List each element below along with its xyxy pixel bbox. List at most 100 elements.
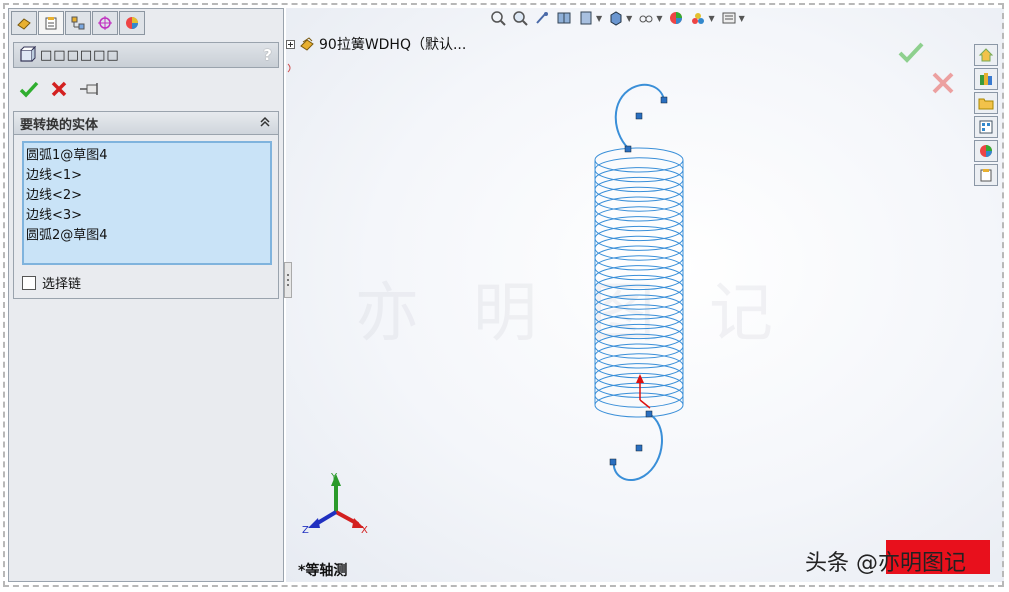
spring-coil: [594, 167, 684, 193]
panel-splitter-handle[interactable]: [284, 262, 292, 298]
spring-coil: [594, 304, 684, 330]
tab-property-manager[interactable]: [38, 11, 64, 35]
spring-coil: [594, 353, 684, 379]
task-pane-tabs: [974, 44, 998, 186]
property-manager-header: □□□□□□ ?: [13, 42, 279, 68]
custom-properties-icon[interactable]: [974, 164, 998, 186]
convert-entities-icon: [20, 46, 36, 62]
sketch-point: [609, 458, 617, 466]
previous-view-icon[interactable]: [534, 10, 550, 26]
cancel-button[interactable]: [49, 79, 69, 99]
list-item[interactable]: 边线<2>: [26, 186, 268, 206]
expand-icon[interactable]: [286, 39, 295, 49]
pushpin-icon: [80, 83, 98, 95]
spring-coil: [594, 284, 684, 310]
property-manager-title: □□□□□□: [40, 47, 120, 63]
zoom-to-fit-icon[interactable]: [490, 10, 506, 26]
heads-up-view-toolbar: ▼ ▼ ▼ ▼ ▼: [490, 10, 745, 26]
design-library-icon[interactable]: [974, 68, 998, 90]
list-item[interactable]: 圆弧1@草图4: [26, 146, 268, 166]
appearance-icon[interactable]: [668, 10, 684, 26]
section-view-icon[interactable]: [556, 10, 572, 26]
spring-coil: [594, 392, 684, 418]
help-button[interactable]: ?: [263, 46, 272, 64]
keep-visible-button[interactable]: [79, 79, 99, 99]
tab-configuration-manager[interactable]: [65, 11, 91, 35]
spring-coil: [594, 196, 684, 222]
spring-coil: [594, 186, 684, 212]
display-style-icon[interactable]: [638, 10, 654, 26]
spring-coil: [594, 157, 684, 183]
display-manager-icon: [126, 17, 138, 29]
confirm-corner-ok[interactable]: [897, 40, 925, 68]
x-icon: [51, 81, 67, 97]
property-manager-panel: □□□□□□ ? 要转换的实体 圆弧1@草图4 边线<1> 边线<2> 边线<3…: [8, 8, 284, 582]
entities-to-convert-group: 圆弧1@草图4 边线<1> 边线<2> 边线<3> 圆弧2@草图4 选择链: [13, 135, 279, 299]
collapse-icon[interactable]: [258, 115, 272, 129]
tab-feature-manager[interactable]: [11, 11, 37, 35]
spring-coil: [594, 235, 684, 261]
ok-button[interactable]: [19, 79, 39, 99]
list-item[interactable]: 圆弧2@草图4: [26, 226, 268, 246]
spring-coil: [594, 245, 684, 271]
chevron-down-icon[interactable]: ▼: [739, 14, 745, 23]
dim-xpert-icon: [98, 16, 112, 30]
select-chain-checkbox[interactable]: [22, 275, 36, 290]
spring-coil: [594, 363, 684, 389]
spring-coil: [594, 382, 684, 408]
list-item[interactable]: 边线<1>: [26, 166, 268, 186]
spring-coil: [594, 323, 684, 349]
list-item[interactable]: 边线<3>: [26, 206, 268, 226]
selected-entities-listbox[interactable]: 圆弧1@草图4 边线<1> 边线<2> 边线<3> 圆弧2@草图4: [22, 141, 272, 265]
triad-y-label: Y: [330, 472, 338, 483]
solidworks-window: 亦明图记 Y X Z 90拉簧WDHQ（默认... ▼ ▼ ▼ ▼ ▼ *等轴测…: [0, 0, 1009, 592]
group-title: 要转换的实体: [20, 117, 99, 133]
grip-icon: [287, 274, 289, 286]
select-chain-row[interactable]: 选择链: [22, 273, 81, 292]
chevron-down-icon[interactable]: ▼: [656, 14, 662, 23]
dynamic-annotation-icon[interactable]: [578, 10, 594, 26]
view-palette-icon[interactable]: [974, 116, 998, 138]
appearances-icon[interactable]: [974, 140, 998, 162]
feature-tree-flyout[interactable]: 90拉簧WDHQ（默认...: [286, 34, 466, 54]
triad-z-label: Z: [302, 525, 309, 536]
spring-coil: [594, 176, 684, 202]
check-icon: [898, 42, 924, 63]
chevron-down-icon[interactable]: ▼: [626, 14, 632, 23]
confirm-corner-cancel[interactable]: [930, 70, 956, 100]
zoom-area-icon[interactable]: [512, 10, 528, 26]
view-orientation-label: *等轴测: [298, 563, 348, 579]
sketch-point: [635, 112, 643, 120]
tab-display-manager[interactable]: [119, 11, 145, 35]
chevron-down-icon[interactable]: ▼: [596, 14, 602, 23]
check-icon: [19, 81, 39, 98]
feature-manager-icon: [17, 18, 31, 30]
spring-coil: [594, 147, 684, 173]
entities-to-convert-group-header[interactable]: 要转换的实体: [13, 111, 279, 135]
home-icon[interactable]: [974, 44, 998, 66]
view-orientation-icon[interactable]: [608, 10, 624, 26]
select-chain-label: 选择链: [42, 277, 82, 292]
spring-coil: [594, 225, 684, 251]
spring-coil: [594, 206, 684, 232]
scene-icon[interactable]: [690, 10, 706, 26]
spring-coil: [594, 255, 684, 281]
property-manager-actions: [19, 79, 99, 99]
spring-coil: [594, 265, 684, 291]
view-settings-icon[interactable]: [721, 10, 737, 26]
manager-tabs: [11, 11, 145, 37]
x-icon: [932, 72, 954, 94]
triad-x-label: X: [361, 525, 368, 536]
spring-coil: [594, 294, 684, 320]
part-name[interactable]: 90拉簧WDHQ（默认...: [319, 34, 466, 54]
spring-coil: [594, 343, 684, 369]
sketch-point: [635, 444, 643, 452]
spring-coil: [594, 314, 684, 340]
property-manager-icon: [45, 17, 57, 30]
spring-coil: [594, 274, 684, 300]
chevron-down-icon[interactable]: ▼: [708, 14, 714, 23]
file-explorer-icon[interactable]: [974, 92, 998, 114]
configuration-manager-icon: [71, 16, 85, 30]
watermark-text: 头条 @亦明图记: [805, 551, 966, 576]
tab-dimxpert-manager[interactable]: [92, 11, 118, 35]
